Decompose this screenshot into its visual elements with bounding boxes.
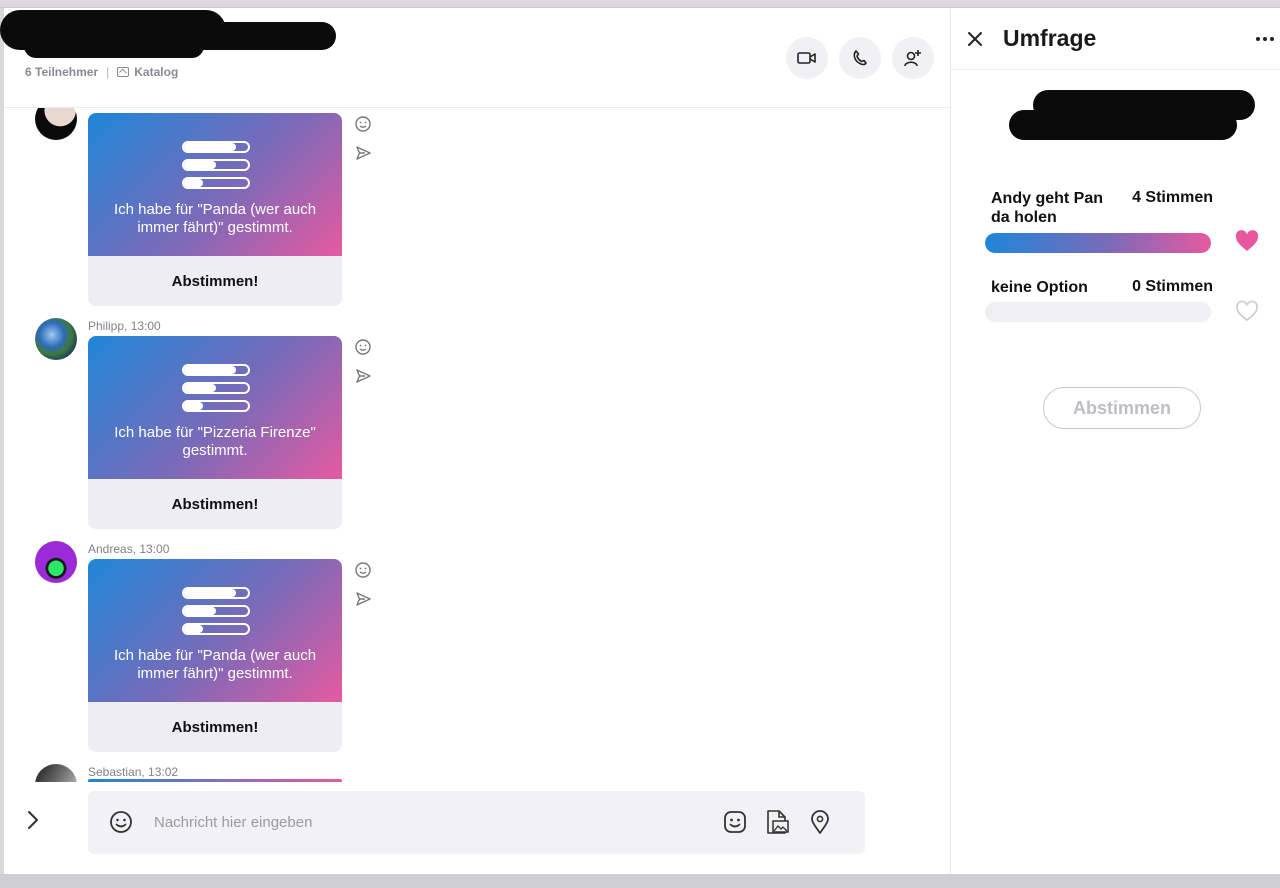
poll-option-label: Andy geht Pan da holen (991, 190, 1104, 226)
catalog-link[interactable]: Katalog (134, 65, 178, 79)
forward-icon[interactable] (354, 144, 372, 162)
heart-outline-icon[interactable] (1235, 300, 1259, 322)
redacted-poll-question-part (1009, 110, 1237, 140)
poll-card-banner: Ich habe für "Panda (wer auch immer fähr… (88, 113, 342, 256)
poll-panel-header: Umfrage (951, 8, 1280, 70)
poll-submit-button[interactable]: Abstimmen (1043, 387, 1201, 429)
window-bottom-strip (0, 874, 1280, 888)
emoji-icon[interactable] (108, 809, 134, 835)
avatar[interactable] (35, 541, 77, 583)
message-sender-time: Philipp, 13:00 (88, 319, 161, 333)
avatar[interactable] (35, 318, 77, 360)
poll-vote-text: Ich habe für "Pizzeria Firenze" gestimmt… (114, 424, 316, 459)
poll-option-label: keine Option (991, 279, 1088, 296)
message-composer (88, 791, 865, 854)
poll-card-top-edge (88, 779, 342, 782)
chat-header: 6 Teilnehmer | Katalog (0, 8, 950, 108)
poll-vote-text: Ich habe für "Panda (wer auch immer fähr… (113, 647, 317, 682)
poll-panel-title: Umfrage (1003, 25, 1097, 51)
poll-panel: Umfrage Andy geht Pan da holen 4 Stimmen… (950, 8, 1280, 874)
chat-area: 6 Teilnehmer | Katalog Ich habe für "Pan… (0, 8, 950, 874)
poll-vote-button[interactable]: Abstimmen! (88, 479, 342, 529)
add-person-icon (904, 50, 921, 67)
location-icon[interactable] (807, 809, 833, 835)
poll-option-votes: 0 Stimmen (1132, 278, 1213, 295)
poll-vote-button[interactable]: Abstimmen! (88, 702, 342, 752)
message-sender-time: Andreas, 13:00 (88, 542, 170, 556)
redacted-chat-title-part (24, 34, 204, 58)
phone-icon (853, 50, 867, 66)
video-call-button[interactable] (786, 37, 828, 79)
subtitle-separator: | (106, 65, 110, 79)
avatar[interactable] (35, 764, 77, 782)
poll-option-votes: 4 Stimmen (1132, 189, 1213, 206)
poll-message-card[interactable]: Ich habe für "Panda (wer auch immer fähr… (88, 113, 342, 306)
add-participant-button[interactable] (892, 37, 934, 79)
poll-icon (182, 364, 250, 418)
poll-message-card[interactable]: Ich habe für "Panda (wer auch immer fähr… (88, 559, 342, 752)
message-input[interactable] (154, 809, 674, 835)
poll-option-bar-fill (985, 233, 1211, 253)
poll-card-banner: Ich habe für "Pizzeria Firenze" gestimmt… (88, 336, 342, 479)
poll-message-card[interactable]: Ich habe für "Pizzeria Firenze" gestimmt… (88, 336, 342, 529)
chat-subtitle: 6 Teilnehmer | Katalog (25, 65, 178, 79)
sticker-icon[interactable] (722, 809, 748, 835)
heart-filled-icon[interactable] (1235, 230, 1259, 252)
participants-count[interactable]: 6 Teilnehmer (25, 65, 98, 79)
poll-option-bar[interactable] (985, 302, 1211, 322)
react-emoji-icon[interactable] (354, 561, 372, 579)
forward-icon[interactable] (354, 590, 372, 608)
poll-icon (182, 141, 250, 195)
react-emoji-icon[interactable] (354, 115, 372, 133)
phone-call-button[interactable] (839, 37, 881, 79)
expand-chevron-icon[interactable] (23, 808, 43, 832)
more-icon[interactable] (1255, 36, 1275, 42)
poll-vote-text: Ich habe für "Panda (wer auch immer fähr… (113, 201, 317, 236)
poll-icon (182, 587, 250, 641)
poll-card-banner: Ich habe für "Panda (wer auch immer fähr… (88, 559, 342, 702)
react-emoji-icon[interactable] (354, 338, 372, 356)
window-top-strip (0, 0, 1280, 8)
image-icon[interactable] (764, 809, 790, 835)
forward-icon[interactable] (354, 367, 372, 385)
video-call-icon (797, 52, 816, 64)
app-window: 6 Teilnehmer | Katalog Ich habe für "Pan… (0, 8, 1280, 874)
poll-option-bar[interactable] (985, 233, 1211, 253)
message-list[interactable]: Ich habe für "Panda (wer auch immer fähr… (4, 108, 950, 782)
avatar[interactable] (35, 108, 77, 140)
catalog-icon (117, 67, 130, 77)
message-sender-time: Sebastian, 13:02 (88, 765, 179, 779)
poll-vote-button[interactable]: Abstimmen! (88, 256, 342, 306)
close-icon[interactable] (967, 31, 983, 47)
